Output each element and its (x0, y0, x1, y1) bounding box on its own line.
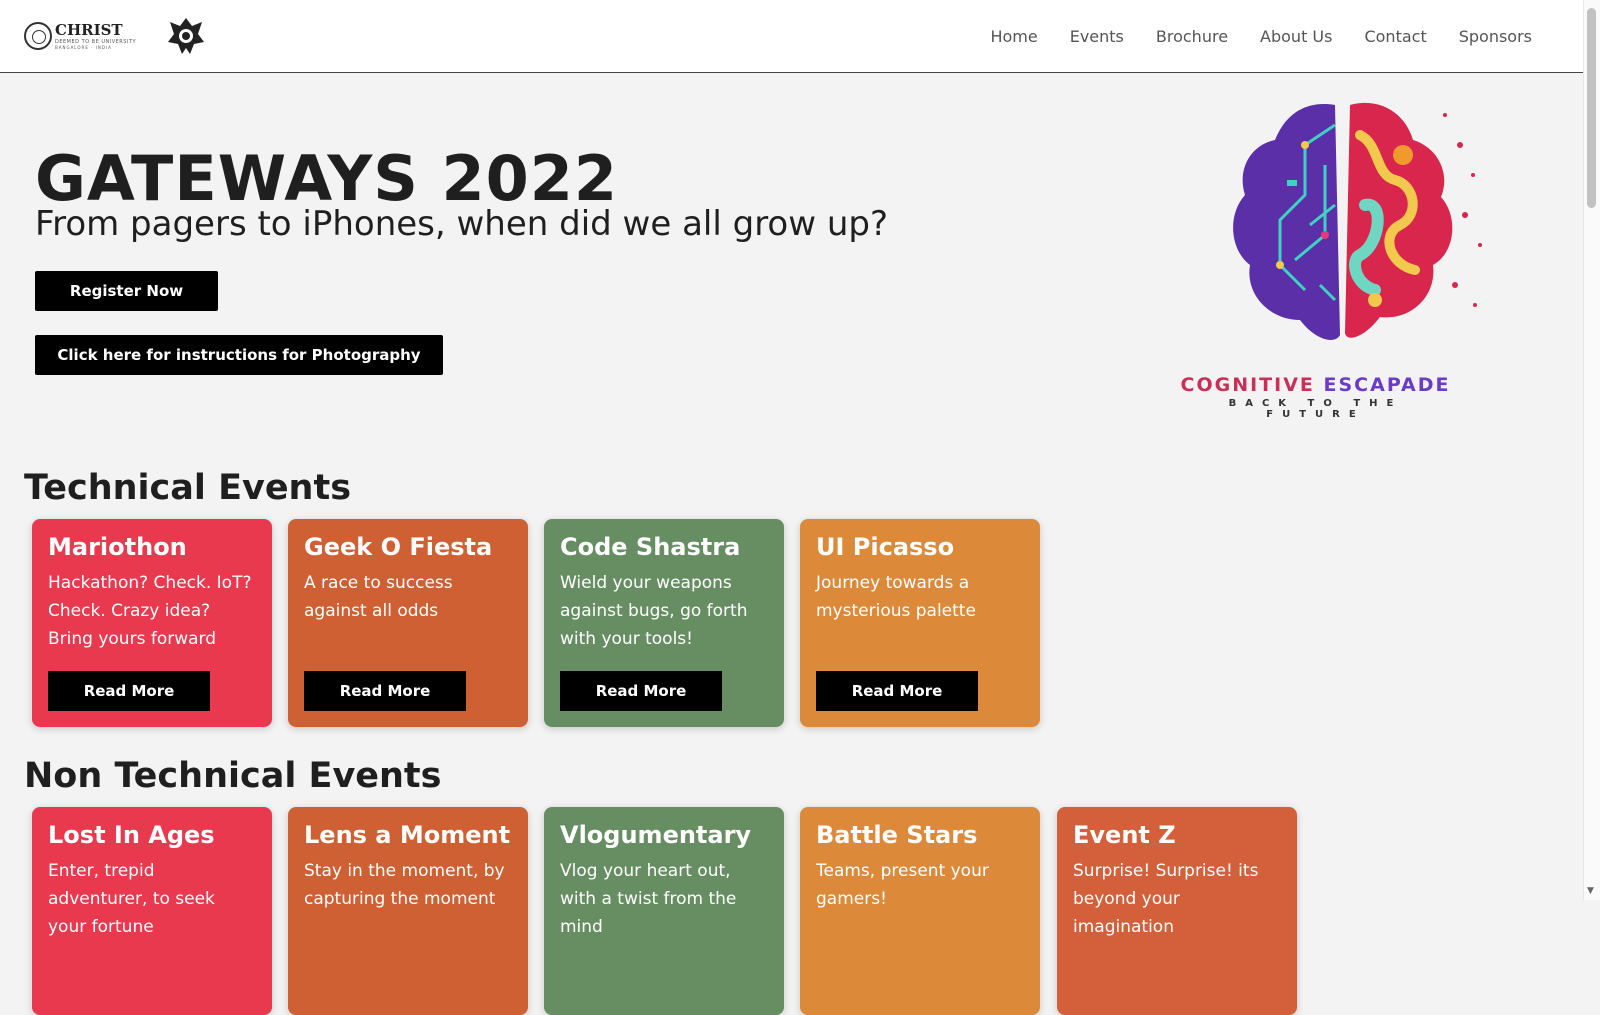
nav-home[interactable]: Home (990, 27, 1037, 46)
technical-events-heading: Technical Events (24, 468, 352, 508)
read-more-button[interactable]: Read More (816, 671, 978, 711)
brain-logo-tagline: BACK TO THE FUTURE (1228, 398, 1403, 420)
read-more-button[interactable]: Read More (304, 671, 466, 711)
logo-location: BANGALORE · INDIA (55, 44, 112, 50)
non-technical-events-heading: Non Technical Events (24, 756, 442, 796)
event-card-vlogumentary: Vlogumentary Vlog your heart out, with a… (544, 807, 784, 1015)
cognitive-escapade-brain-logo (1233, 102, 1482, 340)
event-card-mariothon: Mariothon Hackathon? Check. IoT? Check. … (32, 519, 272, 727)
nav-brochure[interactable]: Brochure (1156, 27, 1228, 46)
event-card-lost-in-ages: Lost In Ages Enter, trepid adventurer, t… (32, 807, 272, 1015)
event-card-description: Enter, trepid adventurer, to seek your f… (48, 861, 215, 937)
event-card-description: Journey towards a mysterious palette (816, 573, 976, 621)
event-card-title: Lost In Ages (48, 821, 215, 849)
christ-university-logo[interactable]: CHRIST DEEMED TO BE UNIVERSITY BANGALORE… (24, 22, 136, 50)
event-card-title: Vlogumentary (560, 821, 752, 849)
event-card-description: Teams, present your gamers! (816, 861, 989, 909)
hero-subtitle: From pagers to iPhones, when did we all … (35, 204, 889, 244)
main-nav: Home Events Brochure About Us Contact Sp… (990, 0, 1532, 73)
event-card-title: Event Z (1073, 821, 1176, 849)
event-card-description: Vlog your heart out, with a twist from t… (560, 861, 737, 937)
scroll-down-arrow-icon[interactable]: ▼ (1587, 886, 1594, 896)
event-card-battle-stars: Battle Stars Teams, present your gamers! (800, 807, 1040, 1015)
gateways-emblem-icon[interactable] (166, 14, 206, 58)
read-more-button[interactable]: Read More (560, 671, 722, 711)
photography-instructions-button[interactable]: Click here for instructions for Photogra… (35, 335, 443, 375)
logo-name: CHRIST (55, 20, 123, 39)
event-card-description: Wield your weapons against bugs, go fort… (560, 573, 748, 649)
scrollbar-thumb[interactable] (1587, 8, 1596, 208)
university-seal-icon (24, 22, 52, 50)
event-card-geek-o-fiesta: Geek O Fiesta A race to success against … (288, 519, 528, 727)
brain-logo-word-2: ESCAPADE (1323, 374, 1451, 396)
logo-subtitle: DEEMED TO BE UNIVERSITY (55, 38, 137, 45)
nav-sponsors[interactable]: Sponsors (1459, 27, 1532, 46)
nav-events[interactable]: Events (1070, 27, 1124, 46)
register-now-button[interactable]: Register Now (35, 271, 218, 311)
read-more-button[interactable]: Read More (48, 671, 210, 711)
event-card-code-shastra: Code Shastra Wield your weapons against … (544, 519, 784, 727)
nav-contact[interactable]: Contact (1364, 27, 1426, 46)
event-card-title: UI Picasso (816, 533, 955, 561)
event-card-title: Lens a Moment (304, 821, 511, 849)
event-card-title: Mariothon (48, 533, 187, 561)
page-scrollbar[interactable]: ▼ (1583, 0, 1600, 900)
event-card-ui-picasso: UI Picasso Journey towards a mysterious … (800, 519, 1040, 727)
brain-logo-word-1: COGNITIVE (1180, 374, 1315, 396)
event-card-description: A race to success against all odds (304, 573, 453, 621)
event-card-description: Stay in the moment, by capturing the mom… (304, 861, 505, 909)
event-card-lens-a-moment: Lens a Moment Stay in the moment, by cap… (288, 807, 528, 1015)
event-card-title: Battle Stars (816, 821, 978, 849)
event-card-description: Surprise! Surprise! its beyond your imag… (1073, 861, 1259, 937)
logo-group: CHRIST DEEMED TO BE UNIVERSITY BANGALORE… (24, 14, 206, 58)
event-card-description: Hackathon? Check. IoT? Check. Crazy idea… (48, 573, 252, 649)
event-card-event-z: Event Z Surprise! Surprise! its beyond y… (1057, 807, 1297, 1015)
top-navbar: CHRIST DEEMED TO BE UNIVERSITY BANGALORE… (0, 0, 1584, 73)
nav-about-us[interactable]: About Us (1260, 27, 1332, 46)
event-card-title: Code Shastra (560, 533, 741, 561)
brain-logo-title: COGNITIVE ESCAPADE (1178, 374, 1453, 396)
event-card-title: Geek O Fiesta (304, 533, 493, 561)
